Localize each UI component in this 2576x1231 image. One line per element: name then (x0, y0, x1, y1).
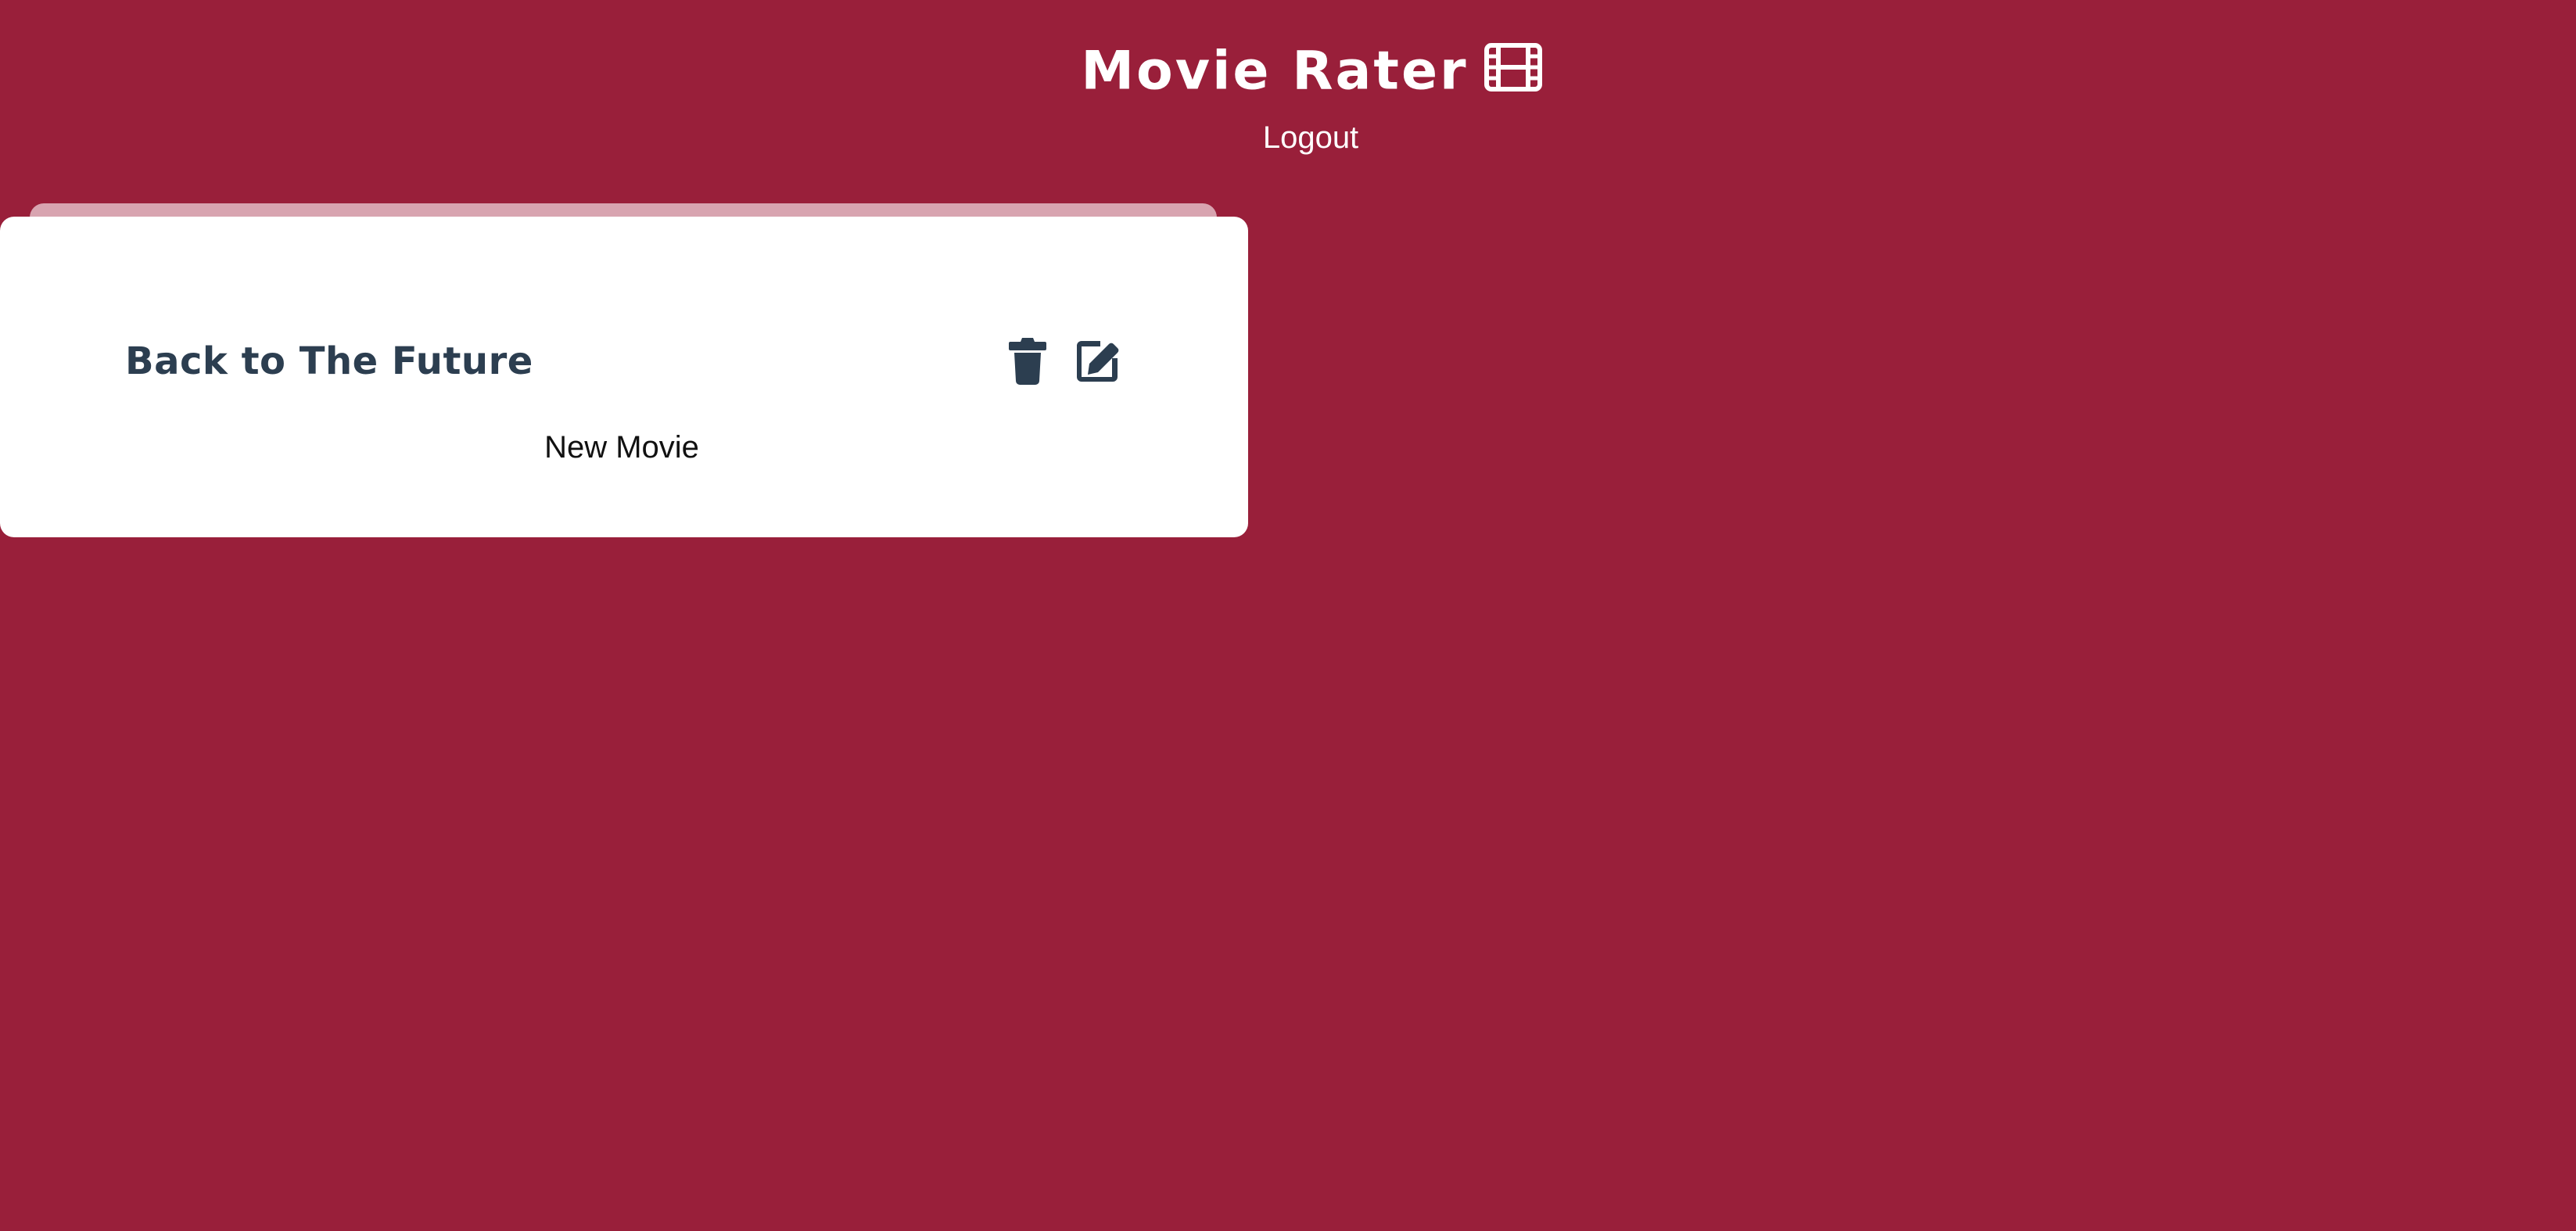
edit-button[interactable] (1071, 335, 1124, 388)
new-movie-button[interactable]: New Movie (500, 422, 743, 472)
edit-icon (1071, 335, 1124, 388)
movie-title[interactable]: Back to The Future (125, 338, 533, 385)
app-title: Movie Rater (0, 31, 2576, 109)
app-title-text: Movie Rater (1081, 40, 1469, 102)
film-icon (1484, 43, 1542, 92)
trash-icon (1001, 335, 1054, 388)
logout-link[interactable]: Logout (1232, 116, 1389, 160)
page-header: Movie Rater Logout (0, 0, 2576, 172)
delete-button[interactable] (1001, 335, 1054, 388)
